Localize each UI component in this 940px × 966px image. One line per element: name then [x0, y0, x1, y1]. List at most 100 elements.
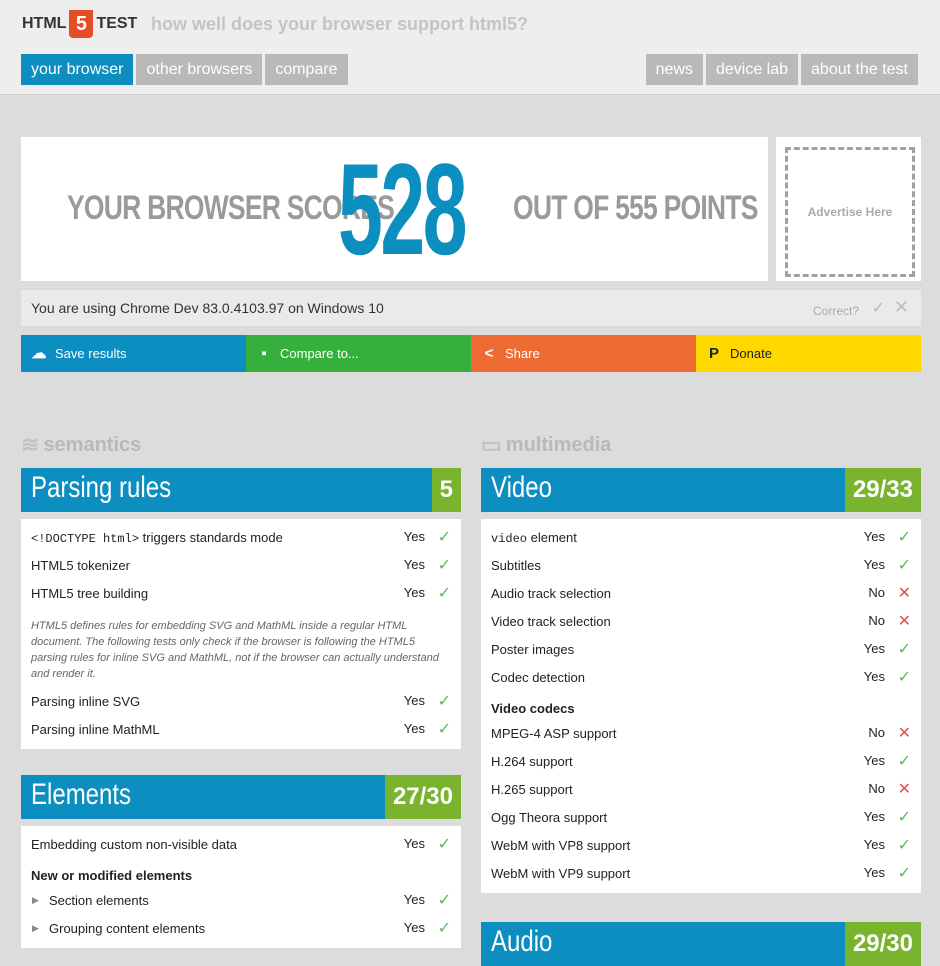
section-points: 27/30	[384, 775, 461, 819]
test-result: Yes	[403, 585, 425, 600]
check-icon: ✓	[897, 865, 911, 882]
action-bar: ☁ Save results ▪ Compare to... < Share P…	[21, 335, 921, 372]
test-row[interactable]: <!DOCTYPE html> triggers standards mode …	[21, 524, 461, 552]
expand-triangle-icon[interactable]: ▶	[32, 895, 39, 906]
test-result: No	[868, 613, 885, 628]
cross-icon: ✕	[897, 585, 911, 602]
section-header: Audio 29/30	[481, 922, 921, 966]
donate-label: Donate	[730, 346, 772, 361]
subsection-heading: Video codecs	[481, 692, 921, 720]
test-label-text: triggers standards mode	[139, 530, 283, 545]
test-label: Embedding custom non-visible data	[31, 837, 237, 852]
section-title: Audio	[491, 925, 553, 958]
tab-compare[interactable]: compare	[265, 54, 348, 85]
expandable-test-row[interactable]: ▶ Section elements Yes ✓	[21, 887, 461, 915]
category-semantics-label: semantics	[43, 433, 142, 456]
save-results-button[interactable]: ☁ Save results	[21, 335, 246, 372]
category-semantics: ≋ semantics	[21, 432, 141, 458]
test-row[interactable]: HTML5 tree building Yes ✓	[21, 580, 461, 608]
test-row[interactable]: video element Yes ✓	[481, 524, 921, 552]
test-result: Yes	[403, 920, 425, 935]
expandable-test-row[interactable]: ▶ Grouping content elements Yes ✓	[21, 915, 461, 943]
test-label: Parsing inline MathML	[31, 722, 160, 737]
test-result: Yes	[863, 753, 885, 768]
donate-button[interactable]: P Donate	[696, 335, 921, 372]
expand-triangle-icon[interactable]: ▶	[32, 923, 39, 934]
cross-icon: ✕	[897, 613, 911, 630]
test-row[interactable]: Ogg Theora support Yes ✓	[481, 804, 921, 832]
test-label: Video track selection	[491, 614, 611, 629]
test-row[interactable]: MPEG-4 ASP support No ✕	[481, 720, 921, 748]
test-label: MPEG-4 ASP support	[491, 726, 617, 741]
check-icon: ✓	[897, 529, 911, 546]
test-result: Yes	[863, 641, 885, 656]
test-row[interactable]: Subtitles Yes ✓	[481, 552, 921, 580]
test-row[interactable]: HTML5 tokenizer Yes ✓	[21, 552, 461, 580]
section-elements: Elements 27/30 Embedding custom non-visi…	[21, 775, 461, 948]
test-row[interactable]: WebM with VP8 support Yes ✓	[481, 832, 921, 860]
test-row[interactable]: Poster images Yes ✓	[481, 636, 921, 664]
test-label: H.265 support	[491, 782, 573, 797]
test-row[interactable]: H.265 support No ✕	[481, 776, 921, 804]
section-body: Embedding custom non-visible data Yes ✓ …	[21, 826, 461, 948]
test-row[interactable]: Audio track selection No ✕	[481, 580, 921, 608]
check-icon: ✓	[437, 557, 451, 574]
test-result: No	[868, 585, 885, 600]
section-body: <!DOCTYPE html> triggers standards mode …	[21, 519, 461, 749]
code-text: <!DOCTYPE html>	[31, 532, 140, 546]
ad-panel: Advertise Here	[776, 137, 921, 281]
tab-your-browser[interactable]: your browser	[21, 54, 134, 85]
code-text: video	[491, 532, 528, 546]
share-button[interactable]: < Share	[471, 335, 696, 372]
category-multimedia: ▭ multimedia	[481, 432, 611, 458]
tab-news[interactable]: news	[645, 54, 703, 85]
check-icon: ✓	[897, 809, 911, 826]
test-row[interactable]: H.264 support Yes ✓	[481, 748, 921, 776]
test-result: Yes	[863, 865, 885, 880]
test-label: WebM with VP8 support	[491, 838, 631, 853]
logo-text-html: HTML	[22, 15, 67, 32]
test-row[interactable]: WebM with VP9 support Yes ✓	[481, 860, 921, 888]
section-header: Video 29/33	[481, 468, 921, 512]
tab-device-lab[interactable]: device lab	[705, 54, 799, 85]
score-panel: YOUR BROWSER SCORES 528 OUT OF 555 POINT…	[21, 137, 768, 281]
compare-to-button[interactable]: ▪ Compare to...	[246, 335, 471, 372]
primary-nav: your browser other browsers compare	[21, 54, 348, 85]
reject-close-icon[interactable]: ✕	[894, 297, 909, 318]
section-parsing-rules: Parsing rules 5 <!DOCTYPE html> triggers…	[21, 468, 461, 749]
test-result: Yes	[403, 693, 425, 708]
test-label: Poster images	[491, 642, 575, 657]
site-logo[interactable]: HTML 5 TEST	[22, 10, 137, 38]
test-result: Yes	[403, 721, 425, 736]
check-icon: ✓	[897, 557, 911, 574]
check-icon: ✓	[437, 585, 451, 602]
secondary-nav: news device lab about the test	[645, 54, 918, 85]
share-label: Share	[505, 346, 540, 361]
score-value: 528	[338, 136, 468, 282]
test-row[interactable]: Codec detection Yes ✓	[481, 664, 921, 692]
share-icon: <	[484, 345, 494, 362]
correct-label: Correct?	[812, 304, 859, 318]
test-label: H.264 support	[491, 754, 573, 769]
test-row[interactable]: Video track selection No ✕	[481, 608, 921, 636]
test-result: Yes	[863, 837, 885, 852]
test-label: Grouping content elements	[49, 921, 206, 936]
check-icon: ✓	[437, 529, 451, 546]
subsection-heading: New or modified elements	[21, 859, 461, 887]
test-result: Yes	[863, 809, 885, 824]
section-video: Video 29/33 video element Yes ✓ Subtitle…	[481, 468, 921, 893]
test-row[interactable]: Parsing inline MathML Yes ✓	[21, 716, 461, 744]
confirm-check-icon[interactable]: ✓	[872, 298, 885, 318]
tab-other-browsers[interactable]: other browsers	[136, 54, 263, 85]
check-icon: ✓	[437, 892, 451, 909]
test-row[interactable]: Parsing inline SVG Yes ✓	[21, 688, 461, 716]
test-row[interactable]: Embedding custom non-visible data Yes ✓	[21, 831, 461, 859]
tab-about-the-test[interactable]: about the test	[801, 54, 918, 85]
browser-info-text: You are using Chrome Dev 83.0.4103.97 on…	[31, 300, 384, 316]
subsection-heading-text: Video codecs	[491, 701, 575, 716]
advertise-link[interactable]: Advertise Here	[785, 147, 915, 277]
check-icon: ✓	[437, 920, 451, 937]
test-result: Yes	[863, 529, 885, 544]
check-icon: ✓	[437, 836, 451, 853]
test-result: Yes	[403, 529, 425, 544]
